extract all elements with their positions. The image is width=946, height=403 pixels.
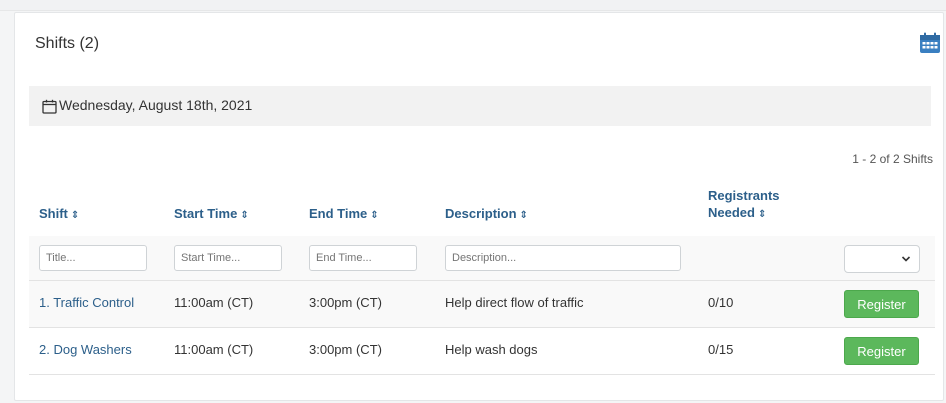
sort-icon: ⇕ (370, 210, 379, 221)
registrants-filter-select[interactable] (844, 245, 920, 273)
table-header-row: Shift ⇕ Start Time ⇕ End Time ⇕ Description… (29, 173, 935, 237)
end-time-cell: 3:00pm (CT) (309, 295, 382, 310)
shifts-table: Shift ⇕ Start Time ⇕ End Time ⇕ Description… (29, 173, 935, 401)
end-time-cell: 3:00pm (CT) (309, 342, 382, 357)
filter-row (29, 236, 935, 281)
start-time-cell: 11:00am (CT) (174, 342, 254, 357)
header-registrants-needed[interactable]: Registrants Needed ⇕ (708, 187, 780, 223)
start-time-cell: 11:00am (CT) (174, 295, 254, 310)
sort-icon: ⇕ (240, 210, 249, 221)
header-start-time[interactable]: Start Time ⇕ (174, 205, 249, 224)
title-filter-input[interactable] (39, 245, 147, 271)
sort-icon: ⇕ (519, 210, 528, 221)
register-button[interactable]: Register (844, 337, 919, 365)
header-shift[interactable]: Shift ⇕ (39, 205, 79, 224)
header-description[interactable]: Description ⇕ (445, 205, 528, 224)
description-cell: Help wash dogs (445, 342, 538, 357)
end-time-filter-input[interactable] (309, 245, 417, 271)
header-end-time[interactable]: End Time ⇕ (309, 205, 379, 224)
sort-icon: ⇕ (70, 210, 80, 221)
top-strip (0, 0, 946, 11)
date-label: Wednesday, August 18th, 2021 (59, 97, 253, 113)
calendar-icon[interactable] (919, 32, 941, 54)
date-header: Wednesday, August 18th, 2021 (29, 86, 931, 126)
start-time-filter-input[interactable] (174, 245, 282, 271)
chevron-down-icon (901, 256, 911, 262)
card-title: Shifts (2) (35, 35, 100, 52)
description-filter-input[interactable] (445, 245, 681, 271)
shift-link[interactable]: 1. Traffic Control (39, 295, 134, 310)
register-button[interactable]: Register (844, 290, 919, 318)
table-row: 2. Dog Washers 11:00am (CT) 3:00pm (CT) … (29, 328, 935, 375)
description-cell: Help direct flow of traffic (445, 295, 584, 310)
registrants-needed-cell: 0/15 (708, 342, 734, 357)
pagination-summary: 1 - 2 of 2 Shifts (852, 152, 933, 166)
sort-icon: ⇕ (757, 209, 767, 220)
table-row: 1. Traffic Control 11:00am (CT) 3:00pm (… (29, 281, 935, 328)
calendar-outline-icon (42, 99, 57, 114)
registrants-needed-cell: 0/10 (708, 295, 734, 310)
shift-link[interactable]: 2. Dog Washers (39, 342, 132, 357)
shifts-card: Shifts (2) Wednesday, August 18th, 2021 … (14, 12, 944, 401)
